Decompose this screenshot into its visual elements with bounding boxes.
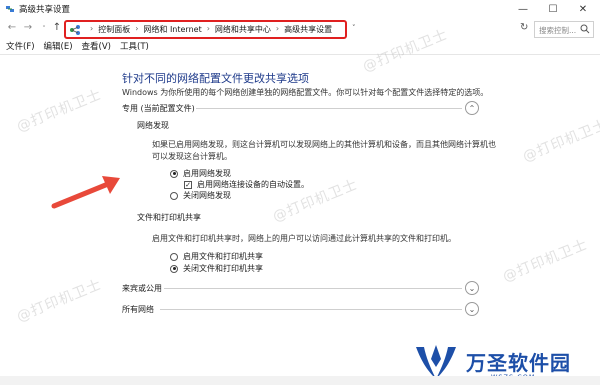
network-discovery-text-line2: 可以发现这台计算机。 — [152, 152, 232, 161]
profile-guest-label: 来宾或公用 — [122, 284, 162, 293]
breadcrumb: › 控制面板 › 网络和 Internet › 网络和共享中心 › 高级共享设置 — [85, 24, 332, 35]
divider — [196, 108, 462, 109]
breadcrumb-control-panel[interactable]: 控制面板 — [98, 24, 130, 35]
breadcrumb-advanced-sharing[interactable]: 高级共享设置 — [284, 24, 332, 35]
page-title: 针对不同的网络配置文件更改共享选项 — [122, 72, 309, 85]
divider — [160, 309, 462, 310]
address-bar[interactable]: › 控制面板 › 网络和 Internet › 网络和共享中心 › 高级共享设置 — [64, 20, 347, 39]
radio-off-indicator[interactable] — [170, 252, 178, 261]
menu-bar: 文件(F) 编辑(E) 查看(V) 工具(T) — [0, 40, 600, 54]
recent-locations-button[interactable]: ˅ — [38, 25, 50, 33]
expand-guest-button[interactable]: ⌄ — [465, 281, 479, 295]
forward-button[interactable]: → — [22, 22, 34, 33]
file-printer-sharing-text: 启用文件和打印机共享时，网络上的用户可以访问通过此计算机共享的文件和打印机。 — [152, 234, 456, 243]
file-printer-sharing-label: 文件和打印机共享 — [137, 213, 201, 222]
network-icon — [70, 25, 80, 35]
profile-private-label: 专用 (当前配置文件) — [122, 104, 195, 113]
search-icon — [580, 24, 590, 34]
profile-all-label: 所有网络 — [122, 305, 154, 314]
radio-network-discovery-off-label: 关闭网络发现 — [183, 191, 231, 200]
expand-all-button[interactable]: ⌄ — [465, 302, 479, 316]
menu-file[interactable]: 文件(F) — [6, 40, 35, 54]
checkbox-auto-setup-label: 启用网络连接设备的自动设置。 — [197, 180, 309, 189]
network-discovery-text: 如果已启用网络发现，则这台计算机可以发现网络上的其他计算机和设备，而且其他网络计… — [152, 139, 496, 163]
radio-sharing-on[interactable]: 启用文件和打印机共享 — [170, 251, 263, 262]
radio-network-discovery-on[interactable]: 启用网络发现 — [170, 168, 231, 179]
menu-tools[interactable]: 工具(T) — [120, 40, 149, 54]
address-dropdown-button[interactable]: ˅ — [352, 24, 356, 32]
window-title: 高级共享设置 — [19, 5, 71, 15]
close-button[interactable]: ✕ — [568, 0, 598, 18]
checkbox-auto-setup[interactable]: ✓ 启用网络连接设备的自动设置。 — [184, 179, 309, 190]
divider — [164, 288, 462, 289]
annotation-arrow — [51, 176, 120, 209]
page-description: Windows 为你所使用的每个网络创建单独的网络配置文件。你可以针对每个配置文… — [122, 88, 489, 97]
radio-network-discovery-off[interactable]: 关闭网络发现 — [170, 190, 231, 201]
breadcrumb-separator: › — [275, 24, 280, 33]
radio-on-indicator[interactable] — [170, 264, 178, 273]
radio-network-discovery-on-label: 启用网络发现 — [183, 169, 231, 178]
network-discovery-label: 网络发现 — [137, 121, 169, 130]
logo-text: 万圣软件园 — [466, 350, 571, 375]
maximize-button[interactable]: ☐ — [538, 0, 568, 18]
radio-on-indicator[interactable] — [170, 169, 178, 178]
address-row: ← → ˅ ↑ › 控制面板 › 网络和 Internet › 网络和共享中心 … — [0, 18, 600, 40]
network-app-icon — [6, 6, 14, 12]
breadcrumb-separator: › — [135, 24, 139, 33]
radio-sharing-off[interactable]: 关闭文件和打印机共享 — [170, 263, 263, 274]
breadcrumb-network-sharing-center[interactable]: 网络和共享中心 — [215, 24, 271, 35]
title-bar: 高级共享设置 — ☐ ✕ — [0, 0, 600, 18]
breadcrumb-separator: › — [90, 24, 94, 33]
breadcrumb-separator: › — [206, 24, 210, 33]
radio-off-indicator[interactable] — [170, 191, 178, 200]
minimize-button[interactable]: — — [508, 0, 538, 18]
search-placeholder: 搜索控制... — [539, 26, 577, 35]
radio-sharing-on-label: 启用文件和打印机共享 — [183, 252, 263, 261]
menu-edit[interactable]: 编辑(E) — [44, 40, 73, 54]
back-button[interactable]: ← — [6, 22, 18, 33]
collapse-private-button[interactable]: ⌃ — [465, 101, 479, 115]
network-discovery-text-line1: 如果已启用网络发现，则这台计算机可以发现网络上的其他计算机和设备，而且其他网络计… — [152, 140, 496, 149]
status-bar — [0, 376, 600, 385]
search-input[interactable]: 搜索控制... — [534, 21, 594, 38]
checkbox-checked-indicator[interactable]: ✓ — [184, 180, 192, 189]
radio-sharing-off-label: 关闭文件和打印机共享 — [183, 264, 263, 273]
up-button[interactable]: ↑ — [51, 22, 63, 33]
refresh-button[interactable]: ↻ — [520, 22, 528, 33]
breadcrumb-network-internet[interactable]: 网络和 Internet — [143, 24, 201, 35]
menu-view[interactable]: 查看(V) — [82, 40, 111, 54]
